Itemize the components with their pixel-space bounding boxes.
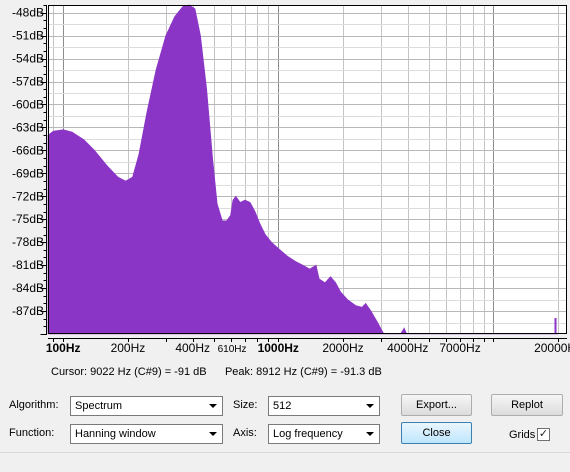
y-tick-label: -51dB [12, 29, 44, 43]
y-tick-label: -72dB [12, 189, 44, 203]
cursor-readout: Cursor: 9022 Hz (C#9) = -91 dB [51, 366, 207, 378]
replot-button[interactable]: Replot [491, 394, 563, 416]
chevron-down-icon [209, 432, 217, 436]
x-tick-label: 1000Hz [258, 341, 299, 355]
status-bar [0, 452, 570, 472]
x-tick-label: 100Hz [46, 341, 81, 355]
x-tick-label: 4000Hz [387, 341, 428, 355]
grids-checkbox[interactable]: ✓ [537, 428, 550, 441]
function-select-value: Hanning window [75, 428, 156, 440]
size-select[interactable]: 512 [268, 396, 380, 416]
chevron-down-icon [366, 432, 374, 436]
algorithm-select[interactable]: Spectrum [70, 396, 223, 416]
size-select-value: 512 [273, 400, 292, 412]
chevron-down-icon [209, 404, 217, 408]
y-tick-label: -63dB [12, 120, 44, 134]
y-tick-label: -54dB [12, 52, 44, 66]
size-label: Size: [233, 399, 258, 411]
y-tick-label: -69dB [12, 166, 44, 180]
export-button[interactable]: Export... [401, 394, 472, 416]
algorithm-label: Algorithm: [9, 399, 59, 411]
axis-select-value: Log frequency [273, 428, 343, 440]
x-tick-label: 400Hz [175, 341, 210, 355]
algorithm-select-value: Spectrum [75, 400, 123, 412]
axis-select[interactable]: Log frequency [268, 424, 380, 444]
x-tick-label: 7000Hz [439, 341, 480, 355]
y-tick-label: -48dB [12, 6, 44, 20]
y-tick-label: -60dB [12, 97, 44, 111]
close-button[interactable]: Close [401, 422, 472, 444]
x-tick-label: 2000Hz [322, 341, 363, 355]
y-tick-label: -66dB [12, 143, 44, 157]
checkmark-icon: ✓ [538, 428, 549, 440]
status-line: Cursor: 9022 Hz (C#9) = -91 dB Peak: 891… [51, 366, 382, 378]
spectrum-plot[interactable]: -48dB -51dB -54dB -57dB -60dB -63dB -66dB -69dB… [0, 0, 570, 360]
y-tick-label: -57dB [12, 75, 44, 89]
y-tick-label: -81dB [12, 258, 44, 272]
x-tick-label: 200Hz [111, 341, 146, 355]
y-tick-label: -84dB [12, 281, 44, 295]
y-tick-label: -75dB [12, 212, 44, 226]
spectrum-chart[interactable]: -48dB -51dB -54dB -57dB -60dB -63dB -66dB -69dB… [0, 0, 570, 360]
y-tick-label: -78dB [12, 235, 44, 249]
chevron-down-icon [366, 404, 374, 408]
x-tick-label: 20000Hz [534, 341, 570, 355]
function-select[interactable]: Hanning window [70, 424, 223, 444]
function-label: Function: [9, 427, 55, 439]
x-tick-label: 610Hz [218, 344, 247, 355]
axis-label: Axis: [233, 427, 257, 439]
grids-label: Grids [509, 429, 536, 441]
peak-readout: Peak: 8912 Hz (C#9) = -91.3 dB [224, 366, 382, 378]
y-tick-label: -87dB [12, 304, 44, 318]
